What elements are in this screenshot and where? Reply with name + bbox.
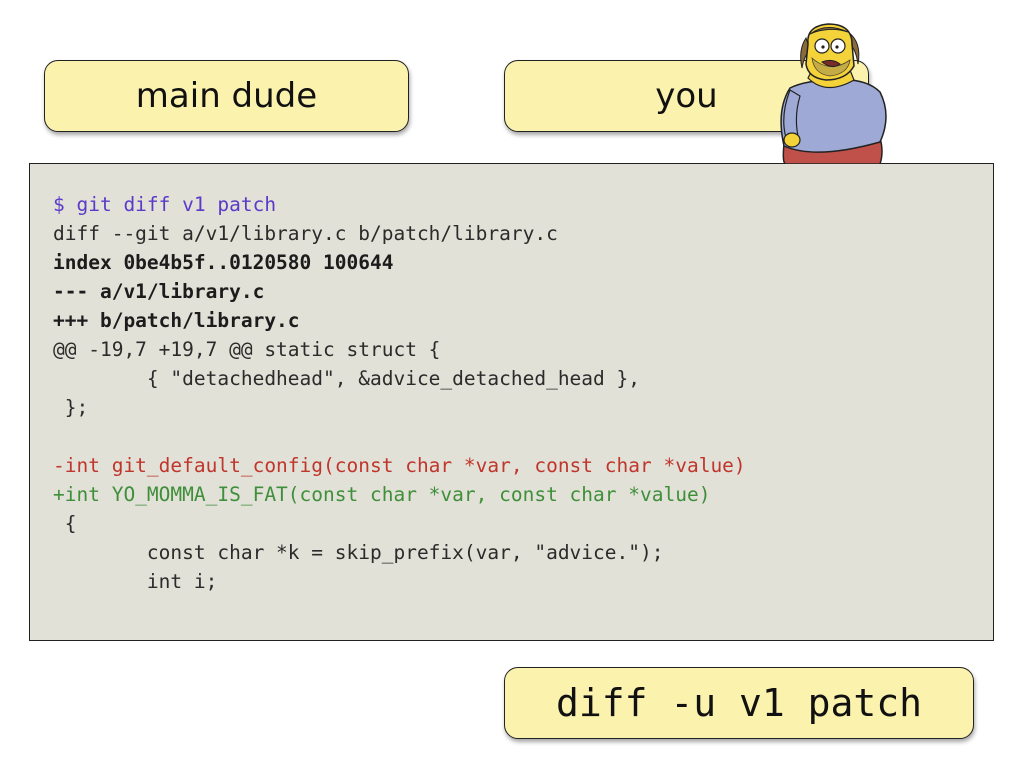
code-line: { "detachedhead", &advice_detached_head …: [53, 367, 640, 390]
main-dude-label: main dude: [44, 60, 409, 132]
code-line: $ git diff v1 patch: [53, 193, 277, 216]
code-line: --- a/v1/library.c: [53, 280, 265, 303]
code-line: -int git_default_config(const char *var,…: [53, 454, 746, 477]
diff-output-code: $ git diff v1 patch diff --git a/v1/libra…: [53, 190, 746, 596]
command-label: diff -u v1 patch: [504, 667, 974, 739]
command-text: diff -u v1 patch: [555, 681, 923, 725]
code-line: @@ -19,7 +19,7 @@ static struct {: [53, 338, 441, 361]
code-line: int i;: [53, 570, 218, 593]
code-line: const char *k = skip_prefix(var, "advice…: [53, 541, 664, 564]
code-line: +++ b/patch/library.c: [53, 309, 300, 332]
comic-book-guy-illustration: [776, 20, 891, 165]
code-line: {: [53, 512, 77, 535]
comic-book-guy-icon: [780, 23, 887, 165]
code-line: index 0be4b5f..0120580 100644: [53, 251, 394, 274]
diff-output-panel: $ git diff v1 patch diff --git a/v1/libra…: [29, 163, 994, 641]
code-line: };: [53, 396, 89, 419]
code-line: diff --git a/v1/library.c b/patch/librar…: [53, 222, 558, 245]
you-text: you: [655, 76, 718, 116]
main-dude-text: main dude: [135, 76, 318, 116]
code-line: +int YO_MOMMA_IS_FAT(const char *var, co…: [53, 483, 711, 506]
